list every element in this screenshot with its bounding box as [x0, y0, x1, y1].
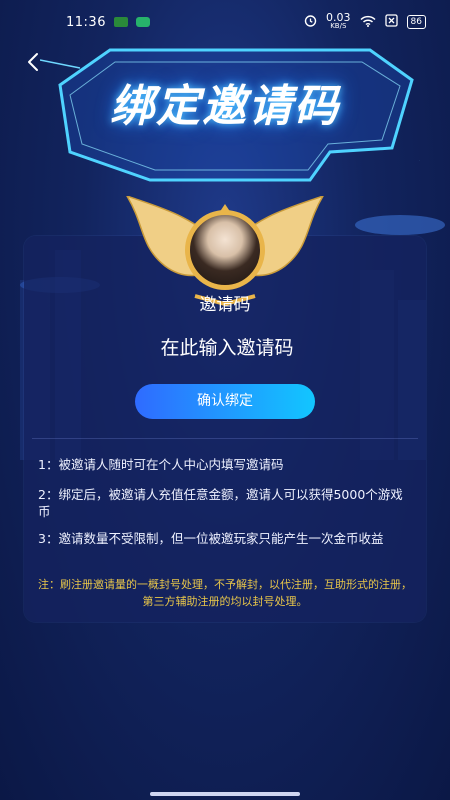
page-title: 绑定邀请码	[110, 81, 340, 132]
invite-code-label: 邀请码	[199, 295, 251, 315]
avatar	[185, 210, 265, 290]
wifi-icon	[360, 15, 376, 30]
confirm-bind-button[interactable]: 确认绑定	[135, 384, 315, 419]
rule-item: 1：被邀请人随时可在个人中心内填写邀请码	[38, 457, 284, 472]
rule-item: 3：邀请数量不受限制，但一位被邀玩家只能产生一次金币收益	[38, 531, 384, 546]
battery-indicator: 86	[406, 15, 426, 29]
alarm-icon	[304, 14, 317, 30]
status-time: 11:36	[66, 14, 106, 30]
network-speed: 0.03 KB/S	[326, 11, 351, 31]
sim-off-icon	[384, 14, 398, 30]
rule-item: 2：绑定后，被邀请人充值任意金额，邀请人可以获得5000个游戏币	[38, 487, 403, 519]
app-notification-icon	[113, 17, 128, 27]
home-indicator[interactable]	[150, 792, 300, 796]
divider	[32, 438, 418, 439]
status-right: 0.03 KB/S 86	[304, 11, 426, 31]
status-left: 11:36	[66, 15, 150, 30]
warning-notice: 注：刷注册邀请量的一概封号处理，不予解封，以代注册，互助形式的注册，第三方辅助注…	[38, 578, 412, 608]
status-bar: 11:36 0.03 KB/S 86	[0, 0, 450, 44]
network-speed-value: 0.03	[326, 11, 351, 24]
invite-code-input[interactable]	[100, 336, 354, 360]
shield-notification-icon	[135, 17, 150, 27]
network-speed-unit: KB/S	[330, 22, 347, 30]
